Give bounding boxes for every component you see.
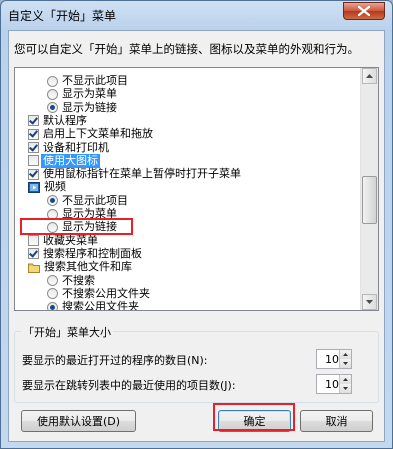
list-item[interactable]: 显示为菜单 <box>47 87 117 101</box>
scroll-thumb[interactable] <box>362 176 377 224</box>
recent-programs-input[interactable] <box>317 350 339 368</box>
list-item[interactable]: 搜索公用文件夹 <box>47 300 139 310</box>
radio-button[interactable] <box>47 195 58 207</box>
arrow-up-icon <box>366 74 373 78</box>
radio-button[interactable] <box>47 75 58 87</box>
list-item[interactable]: 设备和打印机 <box>28 141 109 155</box>
list-item[interactable]: 不搜索公用文件夹 <box>47 287 150 301</box>
arrow-up-icon <box>343 353 348 356</box>
arrow-down-icon <box>366 300 373 304</box>
list-item-label: 使用鼠标指针在菜单上暂停时打开子菜单 <box>43 167 241 181</box>
arrow-down-icon <box>343 387 348 390</box>
recent-programs-label: 要显示的最近打开过的程序的数目(N): <box>22 354 208 367</box>
spin-down-button[interactable] <box>339 359 351 368</box>
jumplist-items-spinner[interactable] <box>316 374 352 394</box>
scroll-up-button[interactable] <box>362 68 377 84</box>
list-item-label: 收藏夹菜单 <box>43 233 98 247</box>
annotation-highlight-ok <box>213 403 295 431</box>
checkbox[interactable] <box>28 142 39 153</box>
arrow-down-icon <box>343 362 348 365</box>
list-item[interactable]: 不显示此项目 <box>47 194 128 208</box>
list-item-label: 不搜索公用文件夹 <box>62 286 150 300</box>
video-icon <box>28 181 40 193</box>
list-item-label: 搜索其他文件和库 <box>44 260 132 274</box>
list-item[interactable]: 不搜索 <box>47 274 95 288</box>
spin-up-button[interactable] <box>339 350 351 359</box>
list-item[interactable]: 使用鼠标指针在菜单上暂停时打开子菜单 <box>28 167 241 181</box>
list-item[interactable]: 搜索其他文件和库 <box>28 260 132 274</box>
list-item-label: 不显示此项目 <box>62 193 128 207</box>
list-item[interactable]: 视频 <box>28 180 66 194</box>
checkbox[interactable] <box>28 168 39 180</box>
list-item-label: 显示为菜单 <box>62 87 117 101</box>
list-item[interactable]: 默认程序 <box>28 114 87 128</box>
list-item[interactable]: 收藏夹菜单 <box>28 234 98 248</box>
close-icon <box>358 6 370 16</box>
list-item-label: 视频 <box>44 180 66 194</box>
jumplist-items-input[interactable] <box>317 375 339 393</box>
jumplist-items-label: 要显示在跳转列表中的最近使用的项目数(J): <box>22 379 236 392</box>
use-default-settings-button[interactable]: 使用默认设置(D) <box>21 410 136 432</box>
list-item-label: 不显示此项目 <box>62 74 128 87</box>
list-item-label: 显示为链接 <box>62 100 117 114</box>
radio-button[interactable] <box>47 301 58 310</box>
window-title: 自定义「开始」菜单 <box>8 9 117 23</box>
list-item[interactable]: 显示为链接 <box>47 101 117 115</box>
list-item[interactable]: 启用上下文菜单和拖放 <box>28 127 153 141</box>
spin-down-button[interactable] <box>339 384 351 393</box>
spin-up-button[interactable] <box>339 375 351 384</box>
checkbox[interactable] <box>28 235 39 247</box>
radio-button[interactable] <box>47 102 58 114</box>
list-item-label: 使用大图标 <box>41 153 100 168</box>
description-text: 您可以自定义「开始」菜单上的链接、图标以及菜单的外观和行为。 <box>14 42 359 56</box>
list-item[interactable]: 不显示此项目 <box>47 74 128 88</box>
recent-programs-spinner[interactable] <box>316 349 352 369</box>
title-bar[interactable]: 自定义「开始」菜单 <box>1 1 392 29</box>
radio-button[interactable] <box>47 288 58 300</box>
checkbox[interactable] <box>28 128 39 140</box>
group-title: 「开始」菜单大小 <box>21 324 113 340</box>
start-menu-size-group: 「开始」菜单大小 要显示的最近打开过的程序的数目(N): 要显示在跳转列表中的最… <box>14 324 379 403</box>
options-list[interactable]: 不显示此项目 显示为菜单 显示为链接 默认程序 启用上下文菜单和拖放 设备和打印机 使用大图… <box>14 67 379 311</box>
list-item-label: 不搜索 <box>62 273 95 287</box>
radio-button[interactable] <box>47 88 58 100</box>
list-item[interactable]: 使用大图标 <box>28 153 100 168</box>
list-item-label: 搜索程序和控制面板 <box>43 246 142 260</box>
list-item-label: 设备和打印机 <box>43 140 109 154</box>
list-item[interactable]: 搜索程序和控制面板 <box>28 247 142 261</box>
checkbox[interactable] <box>28 155 39 167</box>
annotation-highlight-large-icons <box>20 218 133 235</box>
close-button[interactable] <box>343 2 385 20</box>
options-list-rows: 不显示此项目 显示为菜单 显示为链接 默认程序 启用上下文菜单和拖放 设备和打印机 使用大图… <box>15 68 362 310</box>
checkbox[interactable] <box>28 115 39 127</box>
list-item-label: 默认程序 <box>43 113 87 127</box>
list-item-label: 搜索公用文件夹 <box>62 300 139 310</box>
cancel-button[interactable]: 取消 <box>300 410 373 432</box>
list-item-label: 启用上下文菜单和拖放 <box>43 127 153 141</box>
folder-icon <box>28 263 40 273</box>
customize-start-menu-dialog: 自定义「开始」菜单 您可以自定义「开始」菜单上的链接、图标以及菜单的外观和行为。… <box>0 0 393 449</box>
radio-button[interactable] <box>47 275 58 286</box>
vertical-scrollbar[interactable] <box>360 68 378 310</box>
checkbox[interactable] <box>28 248 39 260</box>
scroll-down-button[interactable] <box>362 294 377 310</box>
arrow-up-icon <box>343 378 348 381</box>
dialog-body: 您可以自定义「开始」菜单上的链接、图标以及菜单的外观和行为。 不显示此项目 显示为… <box>8 30 385 442</box>
